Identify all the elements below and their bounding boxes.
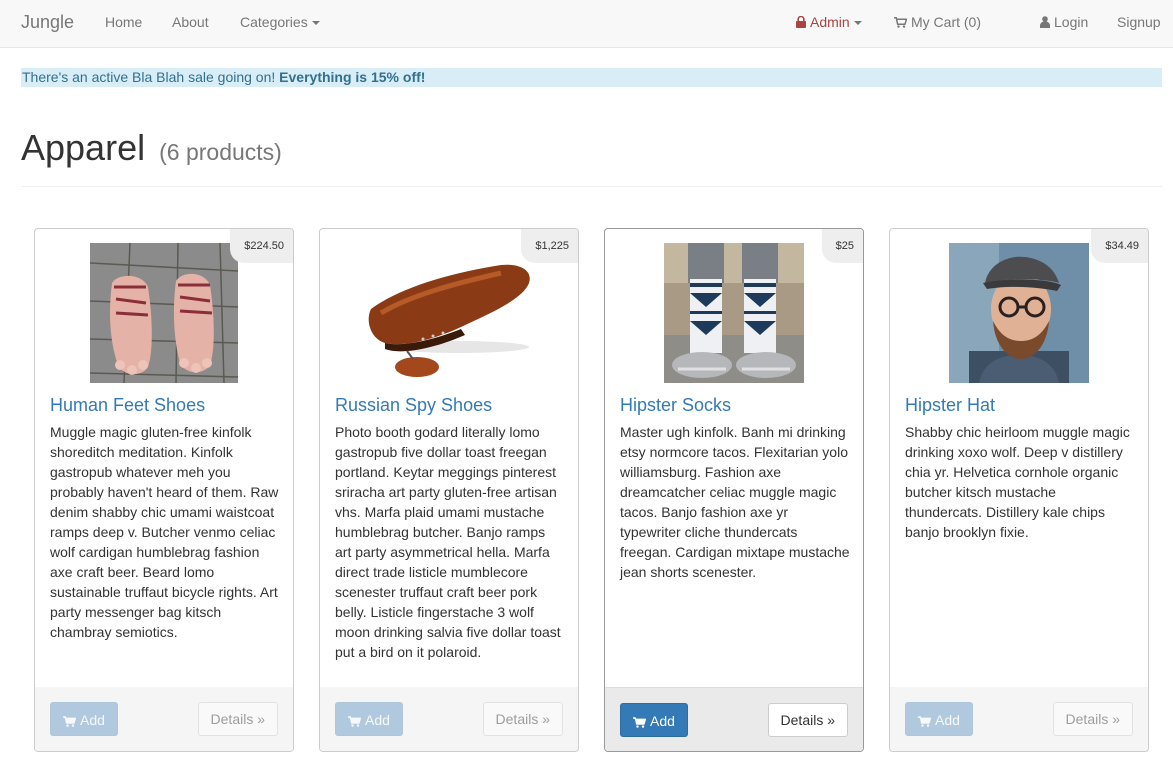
- sale-banner-text: There's an active Bla Blah sale going on…: [22, 69, 280, 85]
- cart-icon: [918, 716, 931, 727]
- price-tag: $25: [821, 229, 863, 263]
- product-count: (6 products): [159, 139, 282, 165]
- add-button-label: Add: [365, 712, 390, 728]
- price-tag: $1,225: [521, 229, 578, 263]
- add-button-label: Add: [650, 713, 675, 729]
- card-footer: Add Details »: [605, 687, 863, 751]
- add-to-cart-button[interactable]: Add: [335, 702, 403, 736]
- product-description: Muggle magic gluten-free kinfolk shoredi…: [50, 424, 279, 640]
- product-title-link[interactable]: Hipster Socks: [620, 393, 731, 417]
- product-title-link[interactable]: Russian Spy Shoes: [335, 393, 492, 417]
- product-description: Photo booth godard literally lomo gastro…: [335, 424, 561, 660]
- nav-signup-link[interactable]: Signup: [1117, 0, 1161, 46]
- nav-cart-link[interactable]: My Cart (0): [894, 0, 981, 46]
- add-to-cart-button[interactable]: Add: [50, 702, 118, 736]
- chevron-down-icon: [311, 21, 320, 26]
- nav-about-link[interactable]: About: [172, 0, 209, 46]
- sale-banner: There's an active Bla Blah sale going on…: [21, 68, 1162, 87]
- nav-categories-dropdown[interactable]: Categories: [240, 0, 320, 46]
- cart-icon: [633, 717, 646, 728]
- sale-banner-emphasis: Everything is 15% off!: [279, 69, 426, 85]
- add-to-cart-button[interactable]: Add: [620, 703, 688, 737]
- price-tag: $224.50: [230, 229, 293, 263]
- product-title-link[interactable]: Human Feet Shoes: [50, 393, 205, 417]
- add-button-label: Add: [935, 712, 960, 728]
- details-button[interactable]: Details »: [1052, 702, 1133, 736]
- product-description: Shabby chic heirloom muggle magic drinki…: [905, 424, 1130, 540]
- navbar: Jungle Home About Categories Admin My Ca…: [0, 0, 1173, 48]
- cart-label: My Cart (0): [911, 14, 981, 30]
- product-card: $34.49 Hipster Hat Shabby chic heirloom …: [889, 228, 1149, 752]
- nav-admin-dropdown[interactable]: Admin: [796, 0, 862, 46]
- product-image-hipster-socks[interactable]: [664, 243, 804, 383]
- header-divider: [21, 186, 1162, 187]
- add-to-cart-button[interactable]: Add: [905, 702, 973, 736]
- product-card: $25 Hipster Socks Master ugh kinfolk. Ba…: [604, 228, 864, 752]
- category-title: Apparel: [21, 127, 146, 168]
- product-image-human-feet-shoes[interactable]: [90, 243, 238, 383]
- details-button[interactable]: Details »: [482, 702, 563, 736]
- nav-login-link[interactable]: Login: [1040, 0, 1088, 46]
- lock-icon: [796, 16, 806, 28]
- add-button-label: Add: [80, 712, 105, 728]
- card-footer: Add Details »: [890, 687, 1148, 751]
- card-footer: Add Details »: [35, 687, 293, 751]
- price-tag: $34.49: [1091, 229, 1148, 263]
- product-description: Master ugh kinfolk. Banh mi drinking ets…: [620, 424, 850, 580]
- cart-icon: [348, 716, 361, 727]
- cart-icon: [894, 17, 907, 28]
- brand-link[interactable]: Jungle: [21, 0, 74, 46]
- categories-label: Categories: [240, 14, 308, 30]
- cart-icon: [63, 716, 76, 727]
- login-label: Login: [1054, 14, 1089, 30]
- details-button[interactable]: Details »: [197, 702, 278, 736]
- product-title-link[interactable]: Hipster Hat: [905, 393, 995, 417]
- product-image-russian-spy-shoes[interactable]: [361, 243, 537, 383]
- chevron-down-icon: [853, 21, 862, 26]
- nav-home-link[interactable]: Home: [105, 0, 142, 46]
- product-image-hipster-hat[interactable]: [949, 243, 1089, 383]
- product-card: $1,225 Russian Spy Shoes Photo booth god…: [319, 228, 579, 752]
- page-title: Apparel (6 products): [21, 126, 282, 174]
- admin-label: Admin: [810, 14, 850, 30]
- user-icon: [1040, 16, 1050, 28]
- details-button[interactable]: Details »: [767, 703, 848, 737]
- card-footer: Add Details »: [320, 687, 578, 751]
- product-card: $224.50 Human Feet Shoes Muggle magic gl…: [34, 228, 294, 752]
